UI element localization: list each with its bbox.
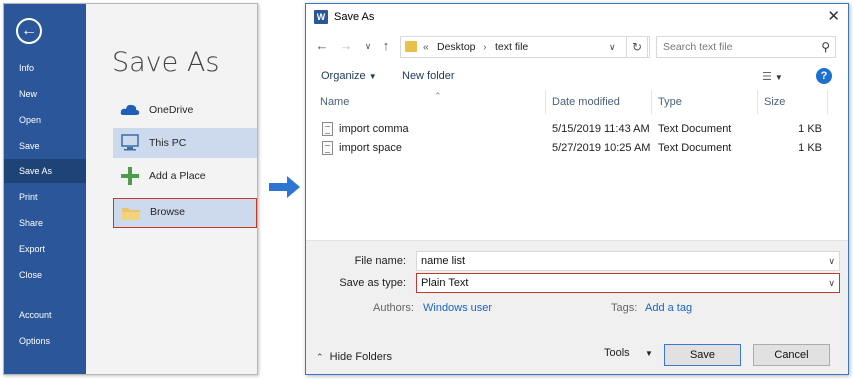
chevron-down-icon[interactable]: ∨ xyxy=(609,37,616,57)
new-folder-button[interactable]: New folder xyxy=(402,70,455,82)
tags-value[interactable]: Add a tag xyxy=(645,302,692,314)
cloud-icon xyxy=(120,104,140,115)
file-name: import space xyxy=(339,142,402,154)
place-label: Browse xyxy=(150,206,186,218)
word-backstage: ← Info New Open Save Save As Print Share… xyxy=(3,3,258,375)
file-row[interactable]: import space 5/27/2019 10:25 AM Text Doc… xyxy=(306,139,848,158)
backstage-main: Save As OneDrive This PC Add a Place Bro… xyxy=(86,4,257,374)
breadcrumb-overflow[interactable]: « xyxy=(423,37,429,57)
refresh-icon[interactable]: ↻ xyxy=(626,36,648,58)
save-button[interactable]: Save xyxy=(664,344,741,366)
file-date: 5/15/2019 11:43 AM xyxy=(552,123,650,135)
back-arrow-icon[interactable]: ← xyxy=(16,18,42,44)
back-icon[interactable]: ← xyxy=(314,38,330,53)
place-label: Add a Place xyxy=(149,170,206,182)
nav-account[interactable]: Account xyxy=(4,303,86,327)
cancel-button[interactable]: Cancel xyxy=(753,344,830,366)
file-type: Text Document xyxy=(658,142,732,154)
recent-dropdown-icon[interactable]: ∨ xyxy=(360,41,376,52)
dialog-title: Save As xyxy=(334,11,375,23)
dialog-toolbar: Organize ▼ New folder ☰ ▼ ? xyxy=(306,66,848,88)
nav-options[interactable]: Options xyxy=(4,329,86,353)
file-size: 1 KB xyxy=(798,142,822,154)
folder-icon xyxy=(405,41,417,52)
hide-folders-label: Hide Folders xyxy=(329,351,393,363)
chevron-down-icon[interactable]: ∨ xyxy=(828,252,835,270)
column-date-modified[interactable]: Date modified xyxy=(546,90,652,114)
file-name-value: name list xyxy=(421,255,466,267)
hide-folders-button[interactable]: ⌃ Hide Folders xyxy=(316,351,392,363)
search-input[interactable]: Search text file ⚲ xyxy=(656,36,836,58)
nav-share[interactable]: Share xyxy=(4,211,86,235)
organize-button[interactable]: Organize ▼ xyxy=(321,70,377,82)
column-header-label: Name xyxy=(320,96,350,108)
word-icon: W xyxy=(314,10,328,24)
dialog-titlebar: W Save As ✕ xyxy=(306,4,848,30)
nav-save-as[interactable]: Save As xyxy=(4,159,86,183)
address-bar[interactable]: « Desktop › text file ∨ xyxy=(400,36,650,58)
tags-label: Tags: xyxy=(611,302,638,314)
nav-open[interactable]: Open xyxy=(4,108,86,132)
nav-close[interactable]: Close xyxy=(4,263,86,287)
authors-label: Authors: xyxy=(373,302,414,314)
nav-new[interactable]: New xyxy=(4,82,86,106)
place-label: OneDrive xyxy=(149,104,194,116)
breadcrumb-text-file[interactable]: text file xyxy=(495,37,528,57)
file-name-label: File name: xyxy=(354,255,406,267)
breadcrumb-desktop[interactable]: Desktop xyxy=(437,37,476,57)
place-onedrive[interactable]: OneDrive xyxy=(113,95,257,125)
up-icon[interactable]: ↑ xyxy=(378,38,394,53)
organize-label: Organize xyxy=(321,70,366,82)
nav-print[interactable]: Print xyxy=(4,185,86,209)
view-options-icon[interactable]: ☰ ▼ xyxy=(762,70,783,83)
file-list: Name ⌃ Date modified Type Size import co… xyxy=(306,90,848,242)
backstage-nav: ← Info New Open Save Save As Print Share… xyxy=(4,4,86,374)
text-document-icon xyxy=(322,141,333,155)
search-placeholder: Search text file xyxy=(663,41,733,53)
folder-icon xyxy=(122,208,140,220)
text-document-icon xyxy=(322,122,333,136)
nav-save[interactable]: Save xyxy=(4,134,86,158)
file-date: 5/27/2019 10:25 AM xyxy=(552,142,651,154)
breadcrumb-separator-icon: › xyxy=(483,41,487,53)
close-icon[interactable]: ✕ xyxy=(827,4,840,30)
column-name[interactable]: Name ⌃ xyxy=(314,90,546,114)
nav-export[interactable]: Export xyxy=(4,237,86,261)
column-size[interactable]: Size xyxy=(758,90,828,114)
file-row[interactable]: import comma 5/15/2019 11:43 AM Text Doc… xyxy=(306,120,848,139)
page-title: Save As xyxy=(112,47,220,78)
save-as-dialog: W Save As ✕ ← → ∨ ↑ « Desktop › text fil… xyxy=(305,3,849,375)
dialog-bottom-panel: File name: name list ∨ Save as type: Pla… xyxy=(306,240,848,374)
help-icon[interactable]: ? xyxy=(816,68,832,84)
save-as-type-select[interactable]: Plain Text ∨ xyxy=(416,273,840,293)
save-as-type-label: Save as type: xyxy=(339,277,406,289)
file-name: import comma xyxy=(339,123,409,135)
right-arrow-icon xyxy=(269,176,300,198)
tools-button[interactable]: Tools ▼ xyxy=(604,347,653,359)
search-icon: ⚲ xyxy=(821,40,830,54)
sort-ascending-icon: ⌃ xyxy=(434,91,442,101)
file-size: 1 KB xyxy=(798,123,822,135)
file-name-field[interactable]: name list ∨ xyxy=(416,251,840,271)
place-add-a-place[interactable]: Add a Place xyxy=(113,161,257,191)
plus-icon xyxy=(121,167,139,185)
authors-value[interactable]: Windows user xyxy=(423,302,492,314)
address-bar-row: ← → ∨ ↑ « Desktop › text file ∨ ↻ Search… xyxy=(306,36,848,60)
file-type: Text Document xyxy=(658,123,732,135)
place-this-pc[interactable]: This PC xyxy=(113,128,257,158)
column-type[interactable]: Type xyxy=(652,90,758,114)
chevron-down-icon[interactable]: ∨ xyxy=(828,274,835,292)
save-as-type-value: Plain Text xyxy=(421,277,469,289)
place-label: This PC xyxy=(149,137,187,149)
forward-icon[interactable]: → xyxy=(338,38,354,53)
computer-icon xyxy=(121,134,139,151)
nav-info[interactable]: Info xyxy=(4,56,86,80)
tools-label: Tools xyxy=(604,347,630,359)
place-browse[interactable]: Browse xyxy=(113,198,257,228)
